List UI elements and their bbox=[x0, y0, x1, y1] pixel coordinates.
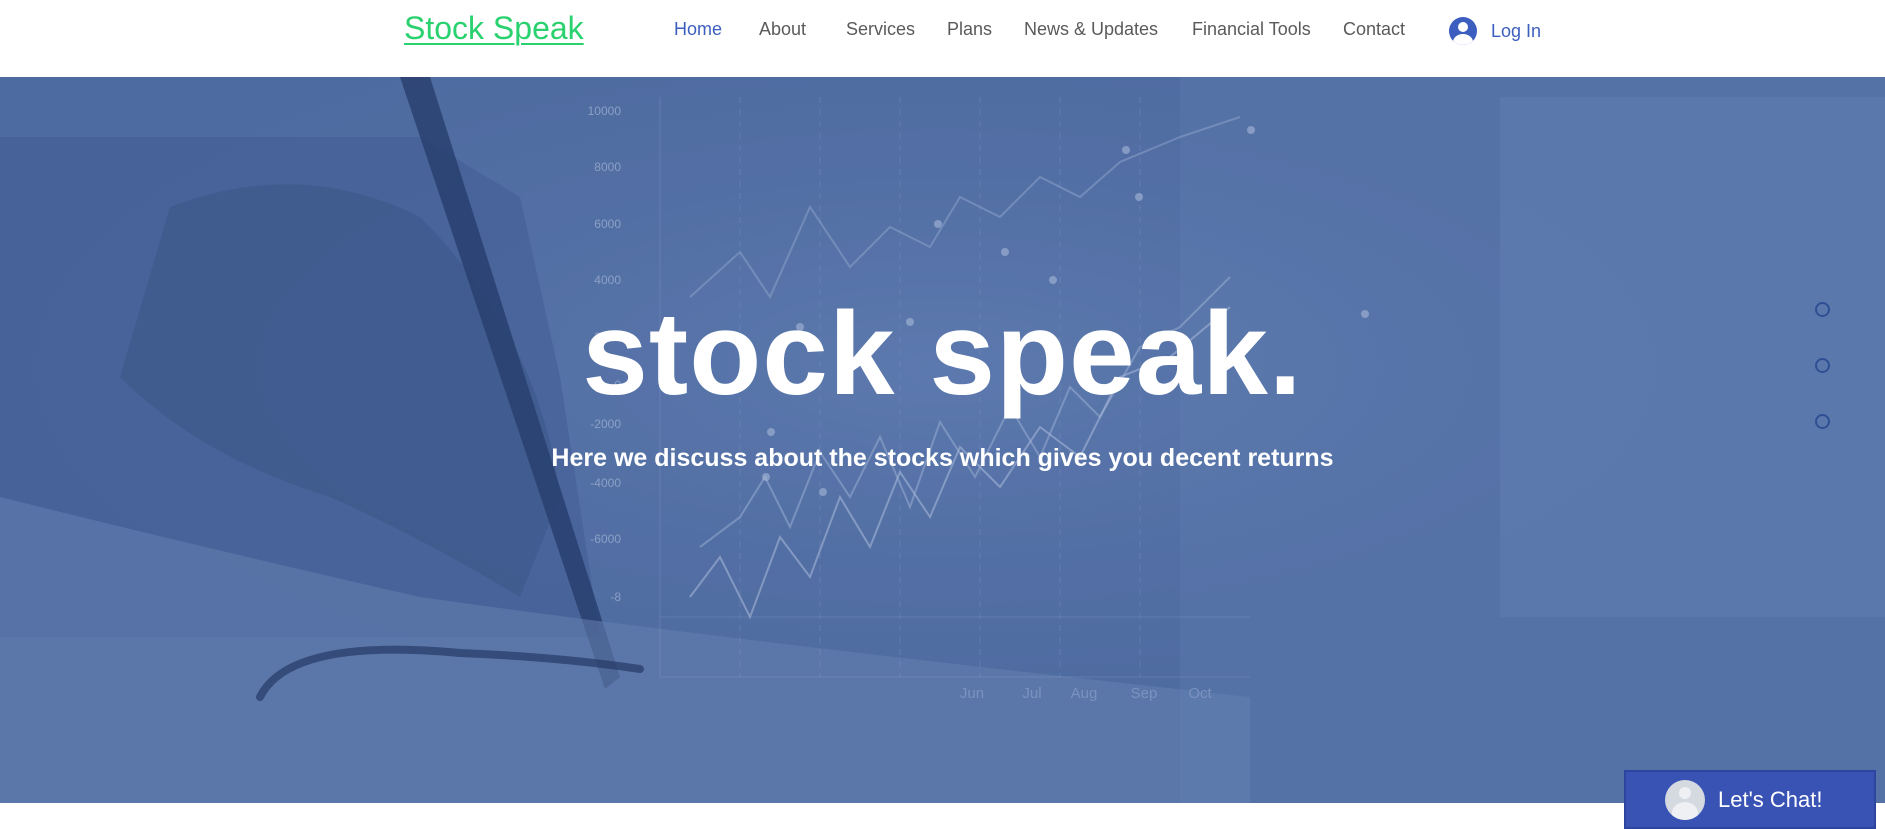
hero-subtitle: Here we discuss about the stocks which g… bbox=[551, 444, 1334, 472]
slide-dot-3[interactable] bbox=[1815, 414, 1830, 429]
chat-label: Let's Chat! bbox=[1718, 786, 1823, 812]
nav-item-home[interactable]: Home bbox=[674, 19, 722, 40]
hero-section: 10000 8000 6000 4000 2000 0 -2000 -4000 … bbox=[0, 77, 1885, 803]
chat-avatar-icon bbox=[1665, 779, 1705, 820]
site-logo-link[interactable]: Stock Speak bbox=[404, 10, 584, 47]
lets-chat-button[interactable]: Let's Chat! bbox=[1624, 770, 1876, 829]
nav-item-about[interactable]: About bbox=[759, 19, 806, 40]
site-header: Stock Speak Home About Services Plans Ne… bbox=[0, 0, 1885, 77]
nav-item-services[interactable]: Services bbox=[846, 19, 915, 40]
slide-dot-2[interactable] bbox=[1815, 358, 1830, 373]
user-avatar-icon bbox=[1449, 17, 1477, 45]
nav-item-contact[interactable]: Contact bbox=[1343, 19, 1405, 40]
hero-title: stock speak. bbox=[582, 288, 1303, 420]
nav-item-financial-tools[interactable]: Financial Tools bbox=[1192, 19, 1311, 40]
nav-item-plans[interactable]: Plans bbox=[947, 19, 992, 40]
nav-item-news-updates[interactable]: News & Updates bbox=[1024, 19, 1158, 40]
hero-background-image: 10000 8000 6000 4000 2000 0 -2000 -4000 … bbox=[0, 77, 1885, 803]
login-label: Log In bbox=[1491, 20, 1542, 41]
slide-dot-1[interactable] bbox=[1815, 302, 1830, 317]
login-button[interactable]: Log In bbox=[1449, 15, 1541, 47]
slide-nav-dots bbox=[1815, 302, 1831, 470]
